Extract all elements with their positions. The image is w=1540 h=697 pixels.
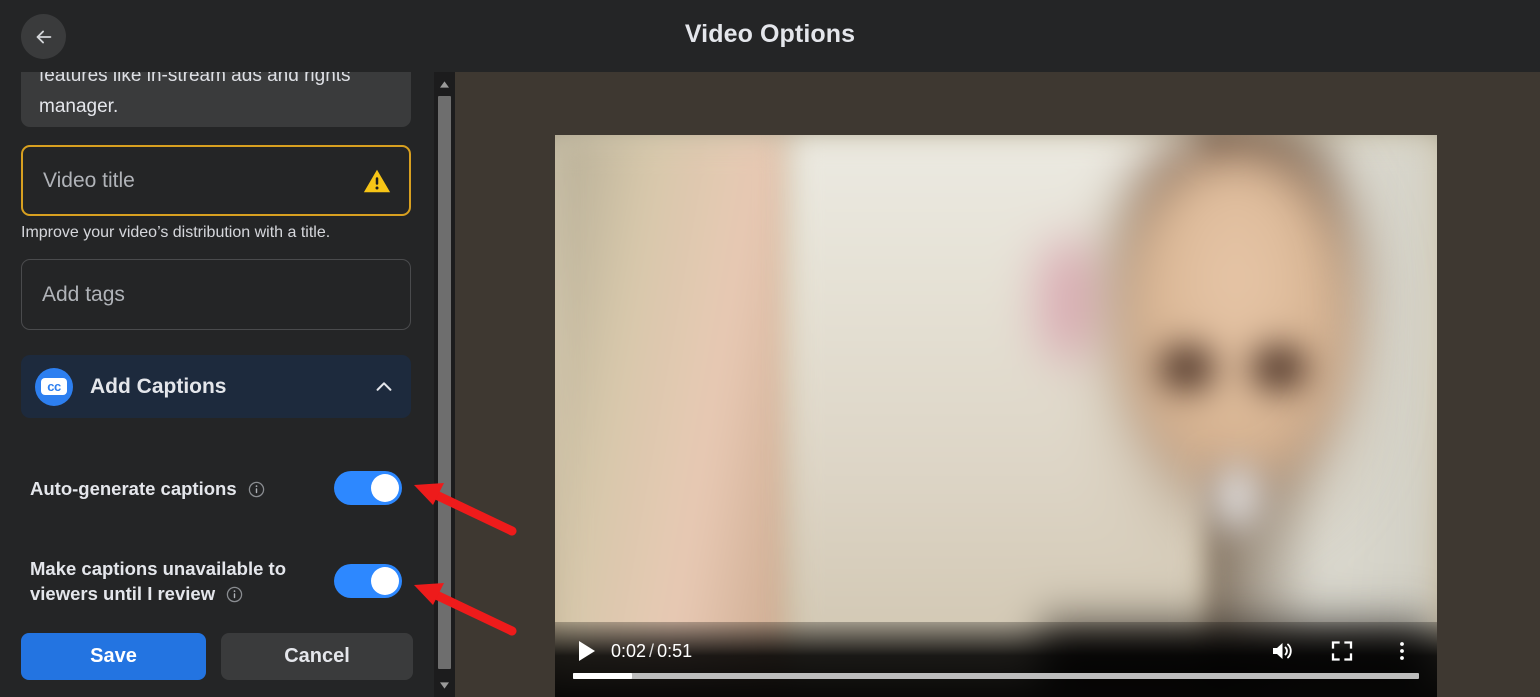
auto-generate-captions-row: Auto-generate captions — [30, 464, 402, 512]
video-subject-face — [1121, 153, 1351, 483]
scrollbar-thumb[interactable] — [438, 96, 451, 669]
video-title-hint: Improve your video’s distribution with a… — [21, 224, 331, 241]
chevron-up-icon[interactable] — [373, 376, 395, 398]
current-time: 0:02 — [611, 640, 647, 661]
kebab-menu-icon[interactable] — [1393, 638, 1411, 664]
fullscreen-icon[interactable] — [1329, 638, 1355, 664]
video-progress-bar[interactable] — [573, 673, 1419, 679]
dialog-actions: Save Cancel — [0, 625, 434, 697]
video-preview-area: 0:02/0:51 — [455, 72, 1540, 697]
add-captions-section-header[interactable]: cc Add Captions — [21, 355, 411, 418]
hold-captions-for-review-text: Make captions unavailable to viewers unt… — [30, 558, 286, 604]
add-tags-placeholder: Add tags — [42, 282, 125, 306]
toggle-knob — [371, 474, 399, 502]
options-scroll-body: features like in-stream ads and rights m… — [0, 72, 434, 625]
volume-icon[interactable] — [1269, 638, 1295, 664]
progress-fill — [573, 673, 633, 679]
hold-captions-for-review-label: Make captions unavailable to viewers unt… — [30, 556, 295, 606]
progress-track — [573, 673, 1419, 679]
video-frame-left-blur — [555, 135, 791, 697]
total-time: 0:51 — [657, 640, 693, 661]
scroll-up-button[interactable] — [434, 74, 455, 94]
toggle-knob — [371, 567, 399, 595]
options-panel: features like in-stream ads and rights m… — [0, 72, 434, 697]
options-scrollbar[interactable] — [434, 72, 455, 697]
scroll-down-button[interactable] — [434, 675, 455, 695]
video-time-display: 0:02/0:51 — [611, 641, 692, 662]
video-subject-eye-right — [1251, 345, 1307, 391]
info-card: features like in-stream ads and rights m… — [21, 72, 411, 127]
warning-triangle-icon — [363, 169, 391, 192]
video-subject-eye-left — [1159, 345, 1215, 391]
page-title: Video Options — [684, 20, 856, 48]
hold-captions-for-review-toggle[interactable] — [334, 564, 402, 598]
video-player[interactable]: 0:02/0:51 — [555, 135, 1437, 697]
video-title-input[interactable]: Video title — [21, 145, 411, 216]
video-controls-row: 0:02/0:51 — [555, 636, 1437, 666]
add-captions-label: Add Captions — [90, 374, 227, 398]
auto-generate-captions-text: Auto-generate captions — [30, 477, 237, 499]
info-circle-icon[interactable] — [226, 586, 243, 603]
video-frame-center — [791, 135, 1431, 697]
video-options-dialog: Video Options features like in-stream ad… — [0, 0, 1540, 697]
save-button[interactable]: Save — [21, 633, 207, 680]
cc-icon-text: cc — [41, 378, 67, 395]
video-controls: 0:02/0:51 — [555, 622, 1437, 697]
time-separator: / — [649, 640, 655, 661]
info-card-line2: manager. — [39, 96, 119, 117]
cc-icon: cc — [35, 367, 73, 406]
dialog-header: Video Options — [0, 0, 1540, 72]
video-subject-mouth — [1209, 460, 1265, 534]
play-icon[interactable] — [577, 640, 597, 662]
caret-down-icon — [440, 681, 449, 689]
video-background-object — [1039, 240, 1099, 360]
auto-generate-captions-label: Auto-generate captions — [30, 476, 265, 501]
auto-generate-captions-toggle[interactable] — [334, 471, 402, 505]
video-title-placeholder: Video title — [43, 168, 135, 192]
info-circle-icon[interactable] — [248, 481, 265, 498]
cancel-button[interactable]: Cancel — [221, 633, 413, 680]
hold-captions-for-review-row: Make captions unavailable to viewers unt… — [30, 550, 402, 612]
caret-up-icon — [440, 80, 449, 88]
info-card-line1: features like in-stream ads and rights — [39, 72, 351, 86]
add-tags-input[interactable]: Add tags — [21, 259, 411, 330]
